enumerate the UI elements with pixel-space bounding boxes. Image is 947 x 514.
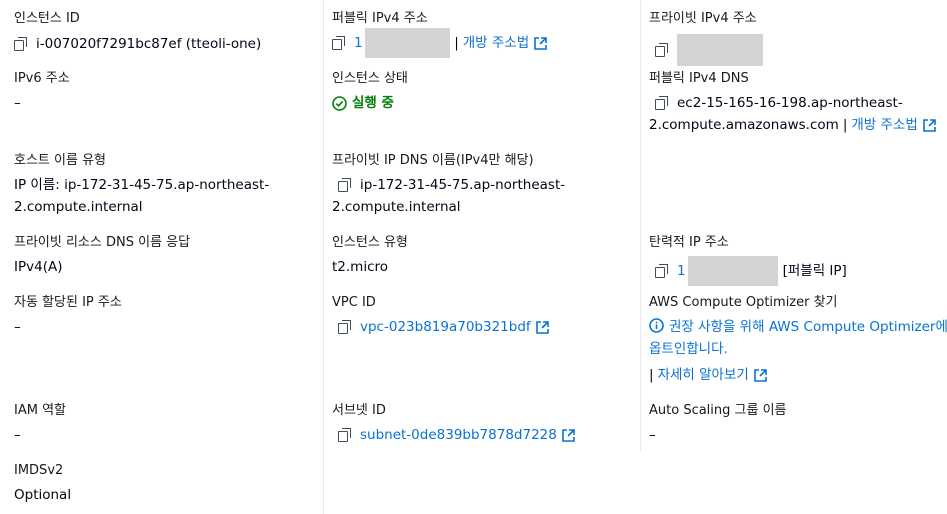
external-link-icon[interactable] xyxy=(753,368,767,382)
column-divider-2 xyxy=(640,0,641,452)
subnet-id-label: 서브넷 ID xyxy=(332,403,386,418)
instance-id-field: 인스턴스 ID i-007020f7291bc87ef (tteoli-one) xyxy=(14,10,261,55)
check-circle-icon xyxy=(332,95,347,111)
iam-role-label: IAM 역할 xyxy=(14,403,66,418)
private-dns-label: 프라이빗 IP DNS 이름(IPv4만 해당) xyxy=(332,153,534,168)
private-resource-dns-field: 프라이빗 리소스 DNS 이름 응답 IPv4(A) xyxy=(14,234,190,278)
hostname-type-label: 호스트 이름 유형 xyxy=(14,153,106,168)
public-dns-field: 퍼블릭 IPv4 DNS ec2-15-165-16-198.ap-northe… xyxy=(649,70,936,136)
elastic-ip-field: 탄력적 IP 주소 1 [퍼블릭 IP] xyxy=(649,234,847,286)
private-dns-field: 프라이빗 IP DNS 이름(IPv4만 해당) ip-172-31-45-75… xyxy=(332,152,565,218)
private-ipv4-field: 프라이빗 IPv4 주소 xyxy=(649,10,763,66)
iam-role-field: IAM 역할 – xyxy=(14,402,66,446)
external-link-icon[interactable] xyxy=(562,428,575,442)
iam-role-value: – xyxy=(14,427,21,443)
elastic-ip-label: 탄력적 IP 주소 xyxy=(649,235,729,250)
auto-assigned-ip-field: 자동 할당된 IP 주소 – xyxy=(14,294,122,338)
copy-icon[interactable] xyxy=(655,96,668,110)
auto-assigned-ip-value: – xyxy=(14,319,21,335)
vpc-id-link[interactable]: vpc-023b819a70b321bdf xyxy=(360,316,531,338)
copy-icon[interactable] xyxy=(338,428,351,442)
auto-assigned-ip-label: 자동 할당된 IP 주소 xyxy=(14,295,122,310)
public-ipv4-field: 퍼블릭 IPv4 주소 1 3 | 개방 주소법 xyxy=(332,10,547,58)
vpc-id-field: VPC ID vpc-023b819a70b321bdf xyxy=(332,294,549,338)
instance-type-field: 인스턴스 유형 t2.micro xyxy=(332,234,408,278)
private-resource-dns-value: IPv4(A) xyxy=(14,259,63,275)
redacted-block xyxy=(364,28,450,58)
public-ipv4-value-suffix[interactable]: 3 xyxy=(442,32,451,54)
copy-icon[interactable] xyxy=(14,37,27,51)
open-address-link[interactable]: 개방 주소법 xyxy=(851,114,917,136)
private-resource-dns-label: 프라이빗 리소스 DNS 이름 응답 xyxy=(14,235,191,250)
hostname-type-value-2: 2.compute.internal xyxy=(14,199,143,215)
open-address-link[interactable]: 개방 주소법 xyxy=(463,32,529,54)
instance-type-value: t2.micro xyxy=(332,259,389,275)
public-dns-value-1: ec2-15-165-16-198.ap-northeast- xyxy=(677,95,903,111)
external-link-icon[interactable] xyxy=(922,118,936,132)
external-link-icon[interactable] xyxy=(534,36,547,50)
instance-state-value: 실행 중 xyxy=(352,95,394,111)
vpc-id-label: VPC ID xyxy=(332,295,376,310)
asg-name-field: Auto Scaling 그룹 이름 – xyxy=(649,402,787,446)
column-divider-1 xyxy=(323,0,324,514)
copy-icon[interactable] xyxy=(332,36,345,50)
separator: | xyxy=(649,367,654,383)
private-dns-value-2: 2.compute.internal xyxy=(332,199,461,215)
learn-more-link[interactable]: 자세히 알아보기 xyxy=(658,364,749,386)
separator: | xyxy=(842,117,848,133)
copy-icon[interactable] xyxy=(655,43,668,57)
redacted-block xyxy=(687,256,778,286)
asg-name-value: – xyxy=(649,427,656,443)
subnet-id-link[interactable]: subnet-0de839bb7878d7228 xyxy=(360,424,557,446)
public-ipv4-label: 퍼블릭 IPv4 주소 xyxy=(332,11,428,26)
compute-optimizer-line2[interactable]: 옵트인합니다. xyxy=(649,338,947,360)
instance-id-label: 인스턴스 ID xyxy=(14,11,80,26)
copy-icon[interactable] xyxy=(338,178,351,192)
redacted-block xyxy=(677,34,763,66)
public-dns-value-2: 2.compute.amazonaws.com xyxy=(649,117,839,133)
copy-icon[interactable] xyxy=(338,320,351,334)
instance-state-label: 인스턴스 상태 xyxy=(332,71,408,86)
instance-state-field: 인스턴스 상태 실행 중 xyxy=(332,70,408,114)
hostname-type-field: 호스트 이름 유형 IP 이름: ip-172-31-45-75.ap-nort… xyxy=(14,152,269,218)
public-ipv4-value-prefix[interactable]: 1 xyxy=(354,32,363,54)
instance-type-label: 인스턴스 유형 xyxy=(332,235,408,250)
instance-id-value: i-007020f7291bc87ef (tteoli-one) xyxy=(36,36,262,52)
elastic-ip-value-prefix[interactable]: 1 xyxy=(677,260,686,282)
ipv6-value: – xyxy=(14,95,21,111)
info-icon xyxy=(649,318,664,333)
subnet-id-field: 서브넷 ID subnet-0de839bb7878d7228 xyxy=(332,402,575,446)
public-dns-label: 퍼블릭 IPv4 DNS xyxy=(649,71,749,86)
imdsv2-field: IMDSv2 Optional xyxy=(14,462,71,506)
copy-icon[interactable] xyxy=(655,264,668,278)
compute-optimizer-label: AWS Compute Optimizer 찾기 xyxy=(649,295,838,310)
private-ipv4-label: 프라이빗 IPv4 주소 xyxy=(649,11,757,26)
ipv6-field: IPv6 주소 – xyxy=(14,70,70,114)
elastic-ip-suffix: [퍼블릭 IP] xyxy=(782,263,847,279)
ipv6-label: IPv6 주소 xyxy=(14,71,70,86)
imdsv2-label: IMDSv2 xyxy=(14,463,64,478)
asg-name-label: Auto Scaling 그룹 이름 xyxy=(649,403,787,418)
compute-optimizer-field: AWS Compute Optimizer 찾기 권장 사항을 위해 AWS C… xyxy=(649,294,947,386)
private-dns-value-1: ip-172-31-45-75.ap-northeast- xyxy=(360,177,566,193)
imdsv2-value: Optional xyxy=(14,487,72,503)
hostname-type-value-1: IP 이름: ip-172-31-45-75.ap-northeast- xyxy=(14,177,270,193)
separator: | xyxy=(454,35,459,51)
compute-optimizer-line1[interactable]: 권장 사항을 위해 AWS Compute Optimizer에 xyxy=(669,319,947,335)
external-link-icon[interactable] xyxy=(535,320,549,334)
